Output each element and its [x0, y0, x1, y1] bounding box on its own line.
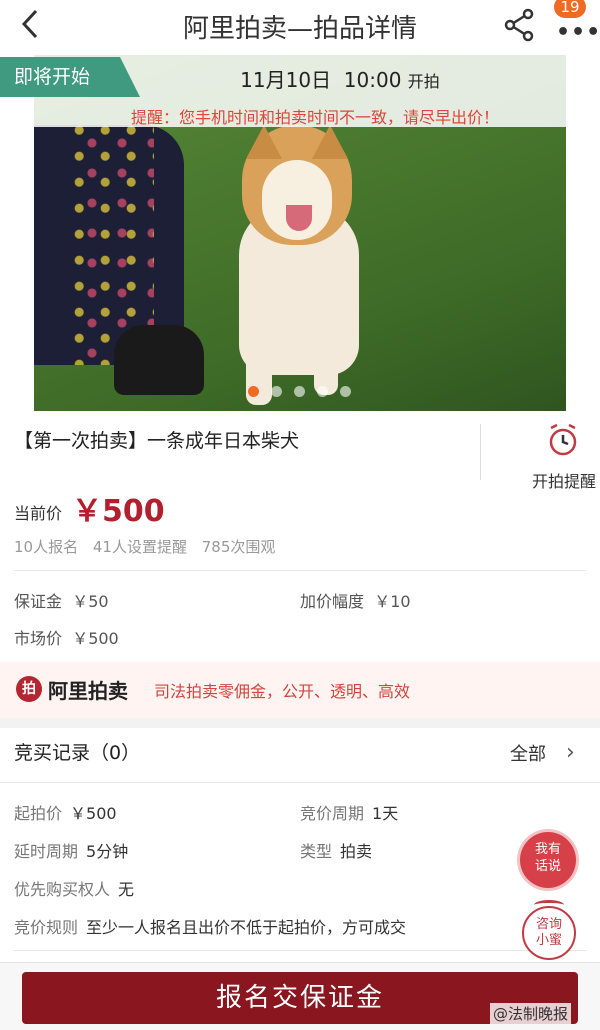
type-row: 类型 拍卖 [300, 838, 372, 862]
divider [480, 424, 481, 480]
start-price-value: ￥500 [70, 804, 117, 823]
view-count: 785次围观 [201, 538, 276, 556]
divider [0, 782, 600, 783]
photo-pager[interactable] [248, 382, 363, 397]
pager-dot[interactable] [294, 386, 305, 397]
auction-stats: 10人报名 41人设置提醒 785次围观 [14, 536, 285, 557]
chevron-right-icon[interactable]: › [566, 740, 575, 765]
pager-dot[interactable] [317, 386, 328, 397]
time-warning: 提醒：您手机时间和拍卖时间不一致，请尽早出价！ [130, 108, 499, 127]
delay-value: 5分钟 [86, 842, 129, 861]
divider [14, 950, 586, 951]
watermark: @法制晚报 [490, 1003, 572, 1024]
type-value: 拍卖 [340, 842, 373, 861]
more-dots-icon: ••• [556, 20, 600, 45]
market-price-row: 市场价 ￥500 [14, 625, 119, 649]
start-reminder-button[interactable]: 开拍提醒 [532, 468, 596, 492]
deposit-label: 保证金 [14, 592, 63, 611]
pager-dot[interactable] [340, 386, 351, 397]
start-price-row: 起拍价 ￥500 [14, 800, 117, 824]
start-suffix: 开拍 [407, 72, 440, 91]
notification-badge: 19 [554, 0, 586, 18]
ali-auction-logo-icon: 拍 [16, 676, 42, 702]
increment-value: ￥10 [374, 592, 411, 611]
reminder-count: 41人设置提醒 [92, 538, 187, 556]
bid-cycle-value: 1天 [372, 804, 399, 823]
deposit-row: 保证金 ￥50 [14, 588, 109, 612]
start-price-label: 起拍价 [14, 804, 63, 823]
advisor-fab-button[interactable]: 咨询 小蜜 [522, 906, 576, 960]
feedback-line1: 我有 [534, 842, 561, 857]
current-price-label: 当前价 [14, 504, 63, 523]
share-icon[interactable] [502, 6, 536, 42]
divider [14, 570, 586, 571]
increment-row: 加价幅度 ￥10 [300, 588, 411, 612]
bid-cycle-label: 竞价周期 [300, 804, 365, 823]
current-price: ￥500 [72, 494, 165, 529]
delay-label: 延时周期 [14, 842, 79, 861]
view-all-records-link[interactable]: 全部 [510, 740, 546, 766]
section-separator [0, 718, 600, 728]
photo-dog-ear [312, 125, 348, 159]
priority-value: 无 [118, 880, 135, 899]
bid-rule-value: 至少一人报名且出价不低于起拍价，方可成交 [86, 918, 407, 937]
priority-row: 优先购买权人无 [14, 876, 134, 900]
bid-rule-label: 竞价规则 [14, 918, 79, 937]
bid-rule-row: 竞价规则 至少一人报名且出价不低于起拍价，方可成交 [14, 914, 406, 938]
photo-dog-tongue [286, 205, 312, 231]
pager-dot[interactable] [248, 386, 259, 397]
start-clock: 10:00 [343, 68, 402, 92]
bid-cycle-row: 竞价周期 1天 [300, 800, 398, 824]
market-price-value: ￥500 [72, 629, 119, 648]
brand-slogan: 司法拍卖零佣金，公开、透明、高效 [154, 682, 411, 701]
pager-dot[interactable] [271, 386, 282, 397]
advisor-line1: 咨询 [535, 917, 562, 932]
start-date: 11月10日 [240, 68, 332, 92]
delay-row: 延时周期 5分钟 [14, 838, 128, 862]
photo-shoe [114, 325, 204, 395]
auction-start-time: 11月10日 10:00 开拍 [160, 64, 520, 93]
signup-count: 10人报名 [14, 538, 79, 556]
deposit-value: ￥50 [72, 592, 109, 611]
brand-name: 阿里拍卖 [48, 679, 128, 703]
bid-records-title: 竞买记录（0） [14, 742, 141, 764]
increment-label: 加价幅度 [300, 592, 365, 611]
type-label: 类型 [300, 842, 333, 861]
photo-dog-ear [246, 125, 282, 159]
feedback-line2: 话说 [534, 859, 561, 874]
alarm-clock-icon[interactable] [546, 422, 580, 458]
feedback-fab-button[interactable]: 我有 话说 [520, 832, 576, 888]
auction-status-tag: 即将开始 [0, 57, 140, 97]
priority-label: 优先购买权人 [14, 880, 111, 899]
item-title: 【第一次拍卖】一条成年日本柴犬 [14, 430, 300, 452]
market-price-label: 市场价 [14, 629, 63, 648]
advisor-line2: 小蜜 [535, 933, 562, 948]
